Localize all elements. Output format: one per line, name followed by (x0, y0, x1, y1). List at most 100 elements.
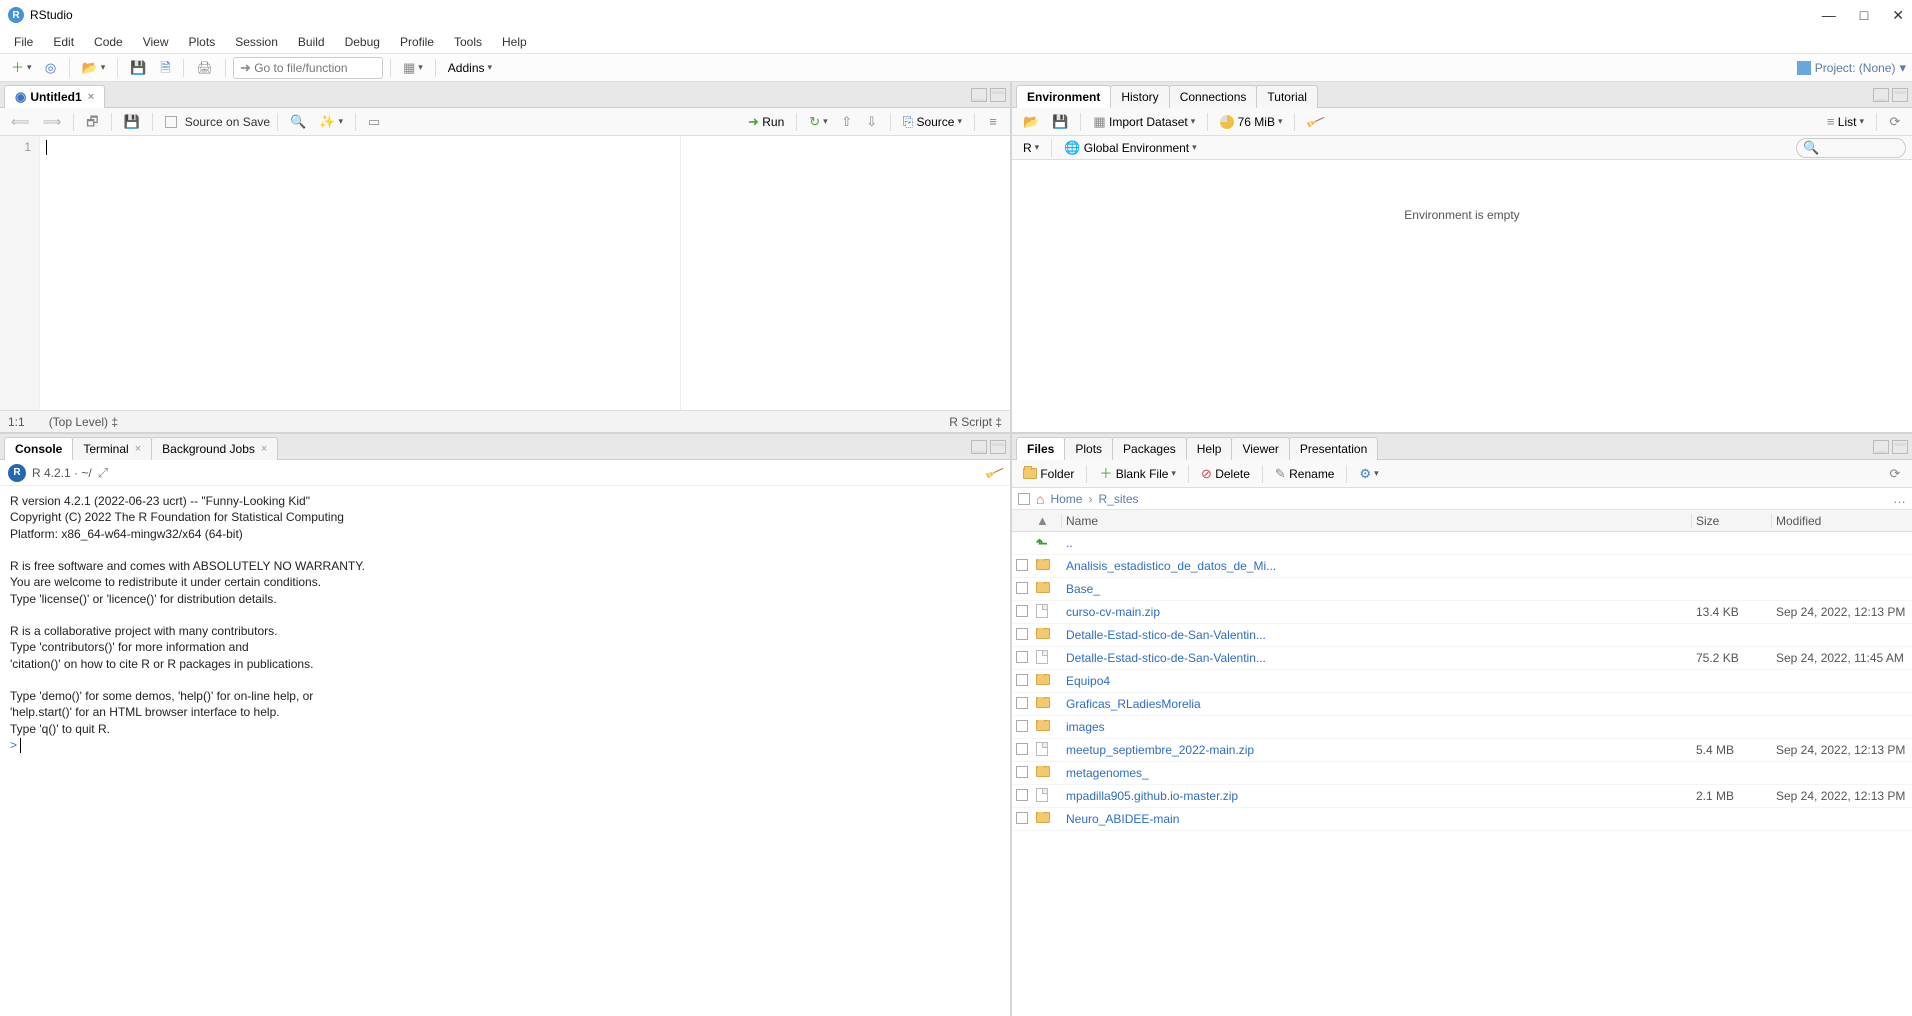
row-checkbox[interactable] (1016, 697, 1028, 709)
env-language-selector[interactable]: R (1018, 137, 1044, 159)
section-down-button[interactable]: ⇩ (861, 111, 883, 133)
rerun-button[interactable]: ↻ (804, 111, 832, 133)
grid-view-button[interactable]: ▦ (398, 57, 428, 79)
code-editor[interactable]: 1 (0, 136, 1010, 410)
file-row[interactable]: metagenomes_ (1012, 762, 1912, 785)
breadcrumb-dir[interactable]: R_sites (1098, 492, 1138, 506)
tab-history[interactable]: History (1110, 85, 1169, 108)
row-checkbox[interactable] (1016, 605, 1028, 617)
show-in-new-window-button[interactable]: 🗗 (81, 111, 103, 133)
menu-help[interactable]: Help (492, 32, 537, 52)
file-name[interactable]: Graficas_RLadiesMorelia (1062, 697, 1692, 711)
menu-session[interactable]: Session (225, 32, 288, 52)
pane-minimize-button[interactable] (971, 88, 987, 102)
tab-help[interactable]: Help (1186, 437, 1233, 460)
file-row[interactable]: meetup_septiembre_2022-main.zip5.4 MBSep… (1012, 739, 1912, 762)
pane-minimize-button[interactable] (1873, 440, 1889, 454)
file-row[interactable]: Base_ (1012, 578, 1912, 601)
console-output[interactable]: R version 4.2.1 (2022-06-23 ucrt) -- "Fu… (0, 486, 1010, 1016)
file-row[interactable]: Detalle-Estad-stico-de-San-Valentin...75… (1012, 647, 1912, 670)
file-row[interactable]: images (1012, 716, 1912, 739)
run-button[interactable]: ➜ Run (743, 111, 789, 133)
more-path-icon[interactable]: … (1893, 492, 1906, 505)
file-row[interactable]: curso-cv-main.zip13.4 KBSep 24, 2022, 12… (1012, 601, 1912, 624)
file-name[interactable]: metagenomes_ (1062, 766, 1692, 780)
open-file-button[interactable]: 📂 (77, 57, 111, 79)
delete-button[interactable]: ⊘ Delete (1196, 463, 1255, 485)
minimize-button[interactable]: — (1822, 7, 1836, 24)
file-row[interactable]: Neuro_ABIDEE-main (1012, 808, 1912, 831)
pane-minimize-button[interactable] (971, 440, 987, 454)
addins-button[interactable]: Addins (443, 57, 497, 79)
new-file-button[interactable]: ＋ (6, 57, 37, 79)
file-name[interactable]: meetup_septiembre_2022-main.zip (1062, 743, 1692, 757)
col-modified[interactable]: Modified (1772, 514, 1912, 528)
tab-plots[interactable]: Plots (1064, 437, 1113, 460)
row-checkbox[interactable] (1016, 559, 1028, 571)
file-name[interactable]: images (1062, 720, 1692, 734)
file-row[interactable]: Detalle-Estad-stico-de-San-Valentin... (1012, 624, 1912, 647)
row-checkbox[interactable] (1016, 582, 1028, 594)
row-checkbox[interactable] (1016, 812, 1028, 824)
pane-minimize-button[interactable] (1873, 88, 1889, 102)
tab-viewer[interactable]: Viewer (1231, 437, 1289, 460)
env-scope-selector[interactable]: 🌐 Global Environment (1059, 137, 1201, 159)
close-tab-icon[interactable]: × (135, 443, 141, 455)
menu-debug[interactable]: Debug (335, 32, 390, 52)
refresh-files-button[interactable]: ⟳ (1884, 463, 1906, 485)
file-row[interactable]: mpadilla905.github.io-master.zip2.1 MBSe… (1012, 785, 1912, 808)
select-all-checkbox[interactable] (1018, 493, 1030, 505)
menu-code[interactable]: Code (84, 32, 133, 52)
pane-maximize-button[interactable] (990, 440, 1006, 454)
maximize-button[interactable]: □ (1860, 7, 1868, 24)
pane-maximize-button[interactable] (1892, 440, 1908, 454)
row-checkbox[interactable] (1016, 651, 1028, 663)
print-button[interactable]: 🖨 (191, 57, 218, 79)
import-dataset-button[interactable]: ▦ Import Dataset (1088, 111, 1200, 133)
menu-profile[interactable]: Profile (390, 32, 444, 52)
save-source-button[interactable]: 💾 (119, 111, 145, 133)
menu-plots[interactable]: Plots (179, 32, 226, 52)
nav-back-button[interactable]: ⟸ (6, 111, 35, 133)
row-checkbox[interactable] (1016, 789, 1028, 801)
breadcrumb-home[interactable]: Home (1050, 492, 1082, 506)
up-directory-row[interactable]: ⬑ .. (1012, 532, 1912, 555)
file-name[interactable]: Analisis_estadistico_de_datos_de_Mi... (1062, 559, 1692, 573)
file-name[interactable]: Detalle-Estad-stico-de-San-Valentin... (1062, 628, 1692, 642)
scope-selector[interactable]: (Top Level) ‡ (49, 415, 118, 429)
home-icon[interactable]: ⌂ (1036, 491, 1044, 507)
tab-files[interactable]: Files (1016, 437, 1065, 460)
tab-presentation[interactable]: Presentation (1289, 437, 1378, 460)
tab-packages[interactable]: Packages (1112, 437, 1187, 460)
file-row[interactable]: Equipo4 (1012, 670, 1912, 693)
new-project-button[interactable]: ◎ (40, 57, 62, 79)
tab-terminal[interactable]: Terminal × (72, 437, 152, 460)
file-row[interactable]: Graficas_RLadiesMorelia (1012, 693, 1912, 716)
file-name[interactable]: curso-cv-main.zip (1062, 605, 1692, 619)
menu-edit[interactable]: Edit (43, 32, 84, 52)
outline-button[interactable]: ≡ (982, 111, 1004, 133)
refresh-env-button[interactable]: ⟳ (1884, 111, 1906, 133)
source-dropdown-button[interactable]: ⎘ Source (898, 111, 967, 133)
popout-icon[interactable]: ⤢ (98, 466, 108, 479)
menu-file[interactable]: File (4, 32, 43, 52)
tab-connections[interactable]: Connections (1169, 85, 1258, 108)
close-button[interactable]: ✕ (1892, 7, 1904, 24)
row-checkbox[interactable] (1016, 720, 1028, 732)
pane-maximize-button[interactable] (1892, 88, 1908, 102)
save-all-button[interactable]: 🗎 (154, 57, 176, 79)
pane-maximize-button[interactable] (990, 88, 1006, 102)
source-tab[interactable]: ◉ Untitled1 × (4, 85, 105, 108)
file-name[interactable]: mpadilla905.github.io-master.zip (1062, 789, 1692, 803)
close-tab-icon[interactable]: × (261, 443, 267, 455)
goto-file-input[interactable]: ➜ Go to file/function (233, 57, 383, 79)
menu-build[interactable]: Build (288, 32, 335, 52)
file-row[interactable]: Analisis_estadistico_de_datos_de_Mi... (1012, 555, 1912, 578)
col-name[interactable]: Name (1062, 514, 1692, 528)
language-selector[interactable]: R Script ‡ (949, 415, 1002, 429)
tab-console[interactable]: Console (4, 437, 73, 460)
file-name[interactable]: Equipo4 (1062, 674, 1692, 688)
nav-forward-button[interactable]: ⟹ (38, 111, 67, 133)
tab-tutorial[interactable]: Tutorial (1256, 85, 1318, 108)
file-name[interactable]: Detalle-Estad-stico-de-San-Valentin... (1062, 651, 1692, 665)
